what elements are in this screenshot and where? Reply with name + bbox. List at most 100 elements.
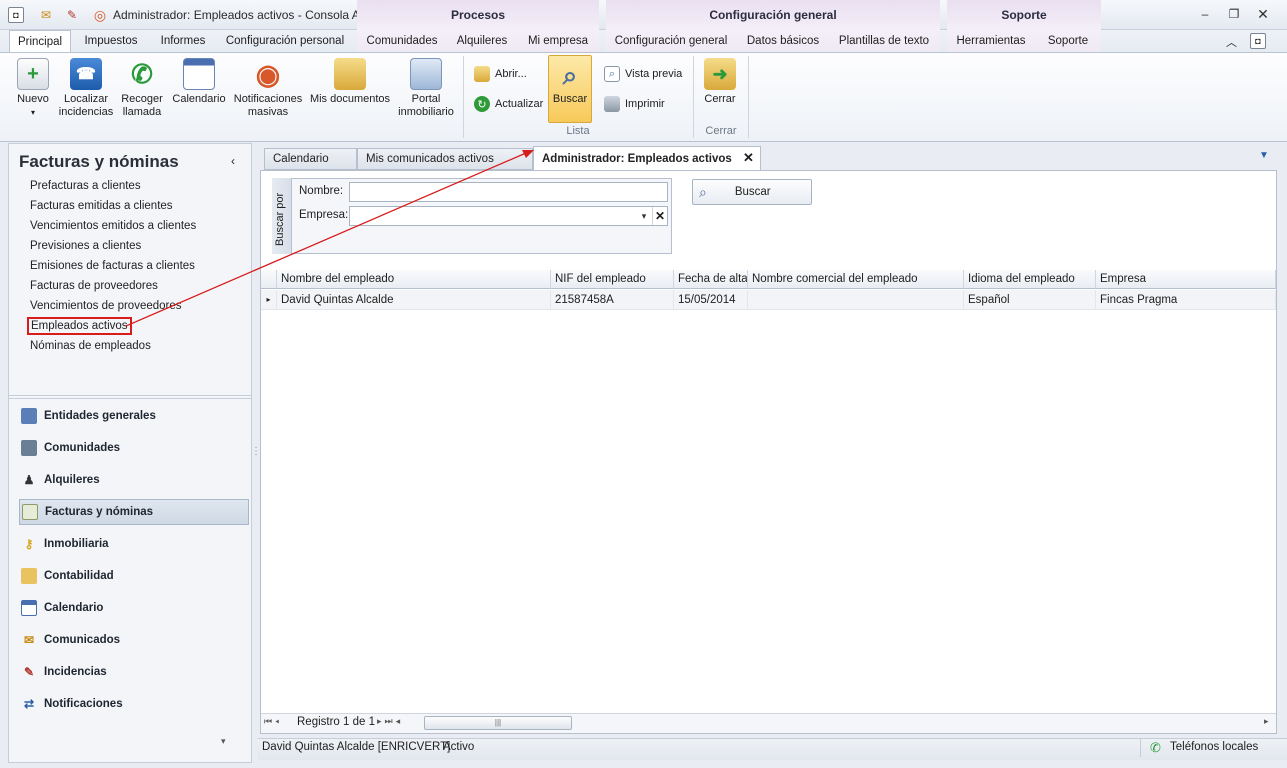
nav-item[interactable]: Facturas de proveedores bbox=[30, 280, 158, 292]
abrir-label: Abrir... bbox=[495, 68, 527, 80]
clipboard-icon: ✎ bbox=[23, 665, 35, 679]
vista-previa-button[interactable]: ⌕ Vista previa bbox=[604, 66, 682, 82]
options-icon[interactable]: ◘ bbox=[1250, 33, 1266, 49]
mis-documentos-button[interactable]: Mis documentos bbox=[308, 58, 392, 106]
close-icon[interactable]: ✕ bbox=[1254, 6, 1272, 22]
tab-list-dropdown-icon[interactable]: ▼ bbox=[1259, 150, 1269, 161]
dropdown-arrow-icon[interactable]: ▾ bbox=[637, 207, 651, 225]
module-comunicados[interactable]: ✉ Comunicados bbox=[19, 627, 249, 653]
buscar-label: Buscar bbox=[552, 93, 588, 105]
collapse-ribbon-icon[interactable]: ︿ bbox=[1226, 34, 1237, 50]
status-user: David Quintas Alcalde [ENRICVERT] bbox=[262, 741, 451, 753]
buscar-ribbon-button[interactable]: ⌕ Buscar bbox=[548, 55, 592, 123]
splitter[interactable] bbox=[9, 395, 251, 399]
column-header[interactable]: Fecha de alta bbox=[674, 270, 748, 289]
person-icon: ♟ bbox=[23, 473, 35, 487]
vista-previa-label: Vista previa bbox=[625, 68, 683, 80]
restore-icon[interactable]: ❐ bbox=[1225, 6, 1243, 22]
column-header[interactable]: Empresa bbox=[1096, 270, 1276, 289]
tab-alquileres[interactable]: Alquileres bbox=[452, 30, 512, 52]
app-icon[interactable]: ◘ bbox=[8, 7, 24, 23]
actualizar-button[interactable]: ↻ Actualizar bbox=[474, 96, 543, 112]
buscar-button[interactable]: ⌕ Buscar bbox=[692, 179, 812, 205]
clipboard-icon[interactable]: ✎ bbox=[64, 7, 80, 23]
search-icon: ⌕ bbox=[699, 183, 707, 200]
notificaciones-label: Notificaciones masivas bbox=[233, 93, 303, 118]
nav-item[interactable]: Prefacturas a clientes bbox=[30, 180, 141, 192]
column-header[interactable]: Nombre comercial del empleado bbox=[748, 270, 964, 289]
scroll-right-icon[interactable]: ▸ bbox=[1264, 716, 1269, 727]
empresa-select[interactable] bbox=[349, 206, 668, 226]
close-tab-icon[interactable]: ✕ bbox=[743, 150, 754, 166]
minimize-icon[interactable]: – bbox=[1196, 6, 1214, 22]
open-folder-icon bbox=[474, 66, 490, 82]
nav-item[interactable]: Facturas emitidas a clientes bbox=[30, 200, 173, 212]
module-label: Inmobiliaria bbox=[44, 538, 109, 550]
tab-datos-basicos[interactable]: Datos básicos bbox=[743, 30, 823, 52]
module-comunidades[interactable]: Comunidades bbox=[19, 435, 249, 461]
module-alquileres[interactable]: ♟ Alquileres bbox=[19, 467, 249, 493]
table-cell[interactable]: 21587458A bbox=[551, 290, 674, 310]
nuevo-label: Nuevo bbox=[17, 93, 49, 105]
nav-item[interactable]: Previsiones a clientes bbox=[30, 240, 141, 252]
table-cell[interactable] bbox=[748, 290, 964, 310]
tab-soporte[interactable]: Soporte bbox=[1043, 30, 1093, 52]
nav-item[interactable]: Vencimientos emitidos a clientes bbox=[30, 220, 196, 232]
module-contabilidad[interactable]: Contabilidad bbox=[19, 563, 249, 589]
table-cell[interactable]: Fincas Pragma bbox=[1096, 290, 1276, 310]
recoger-llamada-button[interactable]: ✆ Recoger llamada bbox=[117, 58, 167, 119]
doc-tab-calendario[interactable]: Calendario bbox=[264, 148, 357, 170]
column-header[interactable]: Idioma del empleado bbox=[964, 270, 1096, 289]
nav-title: Facturas y nóminas bbox=[19, 152, 179, 171]
nav-item-empleados-activos[interactable]: Empleados activos bbox=[27, 317, 132, 335]
tab-informes[interactable]: Informes bbox=[156, 30, 210, 52]
clear-icon[interactable]: ✕ bbox=[652, 207, 667, 225]
module-calendario[interactable]: Calendario bbox=[19, 595, 249, 621]
column-header[interactable]: NIF del empleado bbox=[551, 270, 674, 289]
group-separator bbox=[748, 56, 749, 138]
nombre-input[interactable] bbox=[349, 182, 668, 202]
calendario-button[interactable]: Calendario bbox=[170, 58, 228, 106]
abrir-button[interactable]: Abrir... bbox=[474, 66, 527, 82]
nav-item[interactable]: Emisiones de facturas a clientes bbox=[30, 260, 195, 272]
window-title: Administrador: Empleados activos - Conso… bbox=[113, 8, 379, 22]
module-entidades[interactable]: Entidades generales bbox=[19, 403, 249, 429]
tab-configuracion-general[interactable]: Configuración general bbox=[612, 30, 730, 52]
tab-plantillas-texto[interactable]: Plantillas de texto bbox=[834, 30, 934, 52]
table-icon bbox=[21, 408, 37, 424]
doc-tab-comunicados[interactable]: Mis comunicados activos bbox=[357, 148, 533, 170]
notificaciones-masivas-button[interactable]: ◉ Notificaciones masivas bbox=[232, 58, 304, 119]
tab-mi-empresa[interactable]: Mi empresa bbox=[526, 30, 590, 52]
table-cell[interactable]: 15/05/2014 bbox=[674, 290, 748, 310]
actualizar-label: Actualizar bbox=[495, 98, 544, 110]
nav-item[interactable]: Vencimientos de proveedores bbox=[30, 300, 182, 312]
imprimir-button[interactable]: Imprimir bbox=[604, 96, 665, 112]
module-notificaciones[interactable]: ⇄ Notificaciones bbox=[19, 691, 249, 717]
nav-item[interactable]: Nóminas de empleados bbox=[30, 340, 151, 352]
status-phones[interactable]: Teléfonos locales bbox=[1170, 741, 1258, 753]
column-header[interactable]: Nombre del empleado bbox=[277, 270, 551, 289]
tab-herramientas[interactable]: Herramientas bbox=[952, 30, 1030, 52]
cerrar-button[interactable]: ➜ Cerrar bbox=[699, 58, 741, 106]
portal-inmobiliario-button[interactable]: Portal inmobiliario bbox=[396, 58, 456, 119]
table-cell[interactable]: David Quintas Alcalde bbox=[277, 290, 551, 310]
more-modules-icon[interactable]: ▾ bbox=[221, 736, 226, 747]
nuevo-button[interactable]: + Nuevo ▾ bbox=[14, 58, 52, 119]
doc-tab-empleados[interactable]: Administrador: Empleados activos bbox=[533, 146, 761, 171]
module-incidencias[interactable]: ✎ Incidencias bbox=[19, 659, 249, 685]
horizontal-scrollbar-thumb[interactable]: ||| bbox=[424, 716, 572, 730]
row-indicator-icon[interactable]: ▸ bbox=[261, 290, 277, 310]
table-cell[interactable]: Español bbox=[964, 290, 1096, 310]
pager-first-prev-icon[interactable]: ⏮◂ bbox=[264, 716, 282, 727]
tab-comunidades[interactable]: Comunidades bbox=[364, 30, 440, 52]
localizar-incidencias-button[interactable]: ☎ Localizar incidencias bbox=[58, 58, 114, 119]
collapse-pane-icon[interactable]: ‹ bbox=[231, 154, 235, 168]
pager-next-last-icon[interactable]: ▸⏭◂ bbox=[377, 716, 403, 727]
tab-principal[interactable]: Principal bbox=[9, 30, 71, 53]
module-facturas[interactable]: Facturas y nóminas bbox=[19, 499, 249, 525]
tab-configuracion-personal[interactable]: Configuración personal bbox=[224, 30, 346, 52]
tab-impuestos[interactable]: Impuestos bbox=[80, 30, 142, 52]
phone-icon: ✆ bbox=[1150, 740, 1161, 755]
module-inmobiliaria[interactable]: ⚷ Inmobiliaria bbox=[19, 531, 249, 557]
mail-icon[interactable]: ✉ bbox=[38, 7, 54, 23]
